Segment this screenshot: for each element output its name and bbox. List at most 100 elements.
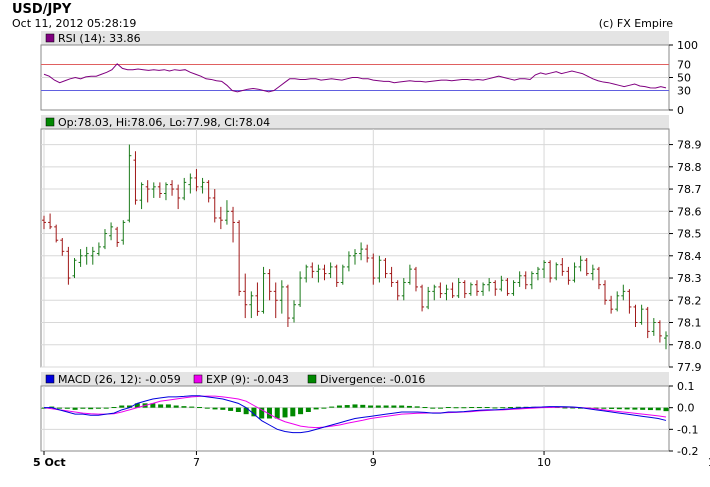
candle [529, 271, 534, 290]
price-tick-label: 78.7 [677, 183, 702, 196]
candle [633, 304, 638, 327]
candle [578, 255, 583, 272]
divergence-bar [158, 404, 164, 408]
x-tick-label: 5 Oct [33, 456, 66, 469]
candle [243, 273, 248, 319]
candle [249, 291, 254, 319]
divergence-bar [375, 405, 381, 408]
divergence-bar [663, 407, 669, 412]
price-tick-label: 78.2 [677, 294, 702, 307]
candle [517, 271, 522, 287]
candle [255, 282, 260, 316]
candle [328, 262, 333, 279]
divergence-legend: Divergence: -0.016 [320, 373, 425, 386]
rsi-level-label: 30 [677, 85, 691, 98]
divergence-bar [492, 407, 498, 409]
divergence-bar [500, 407, 506, 409]
candle [450, 282, 455, 299]
divergence-bar [616, 407, 622, 410]
candle [462, 280, 467, 299]
divergence-bar [484, 407, 490, 409]
rsi-legend-swatch [45, 33, 55, 43]
divergence-bar [632, 407, 638, 410]
divergence-bar [422, 407, 428, 409]
divergence-bar [383, 405, 389, 408]
candle [145, 180, 150, 203]
divergence-bar [173, 405, 179, 408]
candle [420, 284, 425, 312]
divergence-bar [624, 407, 630, 410]
candle [657, 320, 662, 343]
candle [78, 249, 83, 267]
candle [481, 282, 486, 296]
candle [163, 182, 168, 201]
candle [176, 184, 181, 210]
divergence-bar [298, 407, 304, 415]
candle [188, 173, 193, 194]
divergence-bar [165, 404, 171, 408]
price-tick-label: 77.9 [677, 361, 702, 374]
divergence-bar [64, 407, 70, 409]
candle [218, 206, 223, 230]
price-legend: Op:78.03, Hi:78.06, Lo:77.98, Cl:78.04 [58, 116, 270, 129]
candle [371, 253, 376, 285]
x-tick-label: 10 [537, 456, 551, 469]
divergence-bar [469, 407, 475, 409]
divergence-bar [655, 407, 661, 411]
candle [102, 229, 107, 250]
candle [304, 264, 309, 283]
candle [511, 280, 516, 296]
exp-legend: EXP (9): -0.043 [206, 373, 289, 386]
price-tick-label: 78.8 [677, 161, 702, 174]
candle [639, 304, 644, 325]
divergence-bar [212, 407, 218, 410]
candle [523, 271, 528, 290]
divergence-bar [72, 407, 78, 410]
candle [121, 220, 126, 245]
candle [493, 280, 498, 296]
divergence-bar [461, 407, 467, 409]
candle [572, 262, 577, 283]
signal-line [43, 395, 667, 429]
divergence-bar [111, 407, 117, 409]
candle [151, 182, 156, 198]
divergence-bar [282, 407, 288, 418]
candle [426, 286, 431, 310]
candle [292, 300, 297, 323]
x-tick-label: 7 [193, 456, 200, 469]
divergence-bar [562, 407, 568, 409]
candle [194, 169, 199, 192]
divergence-bar [103, 407, 109, 409]
candle [139, 182, 144, 210]
candle [615, 291, 620, 312]
macd-tick-label: -0.1 [677, 423, 698, 436]
price-tick-label: 78.1 [677, 317, 702, 330]
candle [200, 177, 205, 194]
candle [42, 215, 46, 230]
candle [72, 258, 77, 279]
candle [109, 222, 114, 241]
candle [584, 258, 589, 276]
divergence-bar [235, 407, 241, 412]
divergence-bar [453, 407, 459, 409]
candle [456, 278, 461, 299]
divergence-bar [220, 407, 226, 410]
candle [401, 278, 406, 301]
candle [359, 242, 364, 261]
price-tick-label: 78.4 [677, 250, 702, 263]
divergence-bar [438, 407, 444, 409]
candle [267, 269, 272, 301]
divergence-legend-swatch [307, 374, 317, 384]
candle [560, 258, 565, 276]
candle [621, 284, 626, 301]
candle [432, 284, 437, 301]
macd-panel: MACD (26, 12): -0.059 EXP (9): -0.043 Di… [40, 372, 698, 458]
candle [298, 271, 303, 307]
candle [407, 264, 412, 285]
divergence-bar [406, 405, 412, 408]
divergence-bar [329, 406, 335, 408]
chart-title: USD/JPY [12, 2, 72, 17]
candle [365, 244, 370, 263]
candle [444, 284, 449, 301]
candle [170, 180, 175, 196]
